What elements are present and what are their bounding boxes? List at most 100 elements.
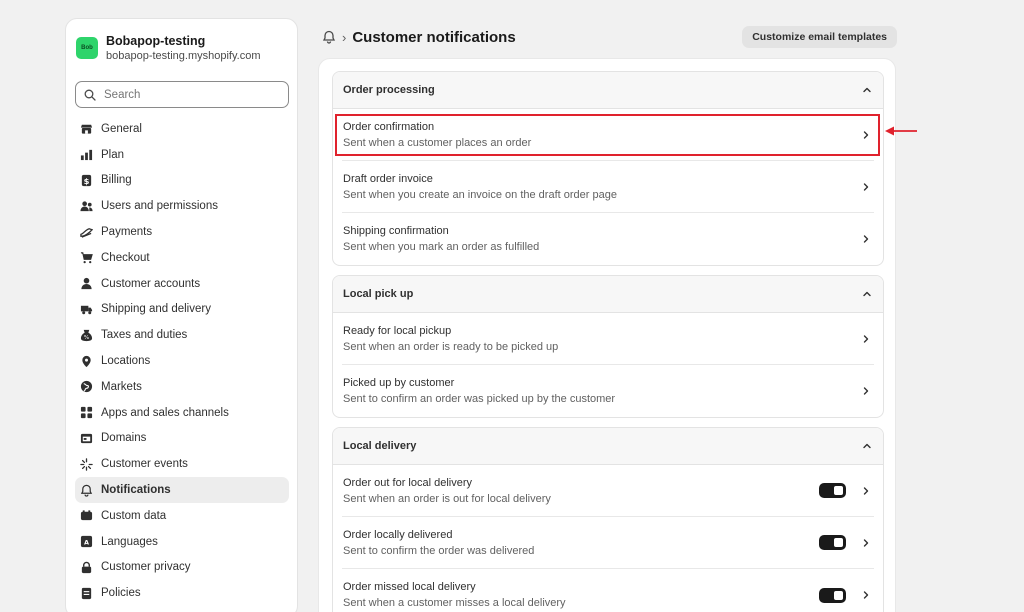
chevron-right-icon[interactable] bbox=[860, 385, 872, 397]
section-local-delivery: Local delivery Order out for local deliv… bbox=[332, 427, 884, 612]
truck-icon bbox=[79, 302, 93, 316]
section-title: Local pick up bbox=[343, 288, 414, 300]
sidebar-item-plan[interactable]: Plan bbox=[75, 142, 289, 168]
lock-icon bbox=[79, 560, 93, 574]
chevron-right-icon[interactable] bbox=[860, 129, 872, 141]
sidebar-item-label: Custom data bbox=[101, 509, 167, 522]
page-title: Customer notifications bbox=[352, 28, 516, 46]
store-switcher[interactable]: Bob Bobapop-testing bobapop-testing.mysh… bbox=[66, 19, 297, 63]
section-header[interactable]: Local pick up bbox=[333, 276, 883, 313]
search-box[interactable] bbox=[75, 81, 289, 108]
row-text: Ready for local pickup Sent when an orde… bbox=[343, 323, 558, 355]
notification-row-picked-up-by-customer[interactable]: Picked up by customer Sent to confirm an… bbox=[342, 365, 874, 417]
sidebar-item-users[interactable]: Users and permissions bbox=[75, 193, 289, 219]
search-icon bbox=[84, 89, 96, 101]
store-icon bbox=[79, 122, 93, 136]
svg-text:A: A bbox=[83, 538, 88, 546]
chevron-up-icon[interactable] bbox=[861, 440, 873, 452]
chevron-right-icon[interactable] bbox=[860, 233, 872, 245]
row-subtitle: Sent to confirm the order was delivered bbox=[343, 544, 535, 557]
notification-toggle[interactable] bbox=[819, 483, 846, 498]
sidebar-item-domains[interactable]: Domains bbox=[75, 426, 289, 452]
sidebar-item-locations[interactable]: Locations bbox=[75, 348, 289, 374]
chevron-right-icon[interactable] bbox=[860, 333, 872, 345]
apps-icon bbox=[79, 406, 93, 420]
sidebar-item-custom-data[interactable]: Custom data bbox=[75, 503, 289, 529]
tax-icon: % bbox=[79, 328, 93, 342]
sidebar-item-notifications[interactable]: Notifications bbox=[75, 477, 289, 503]
section-order-processing: Order processing Order confirmation Sent… bbox=[332, 71, 884, 266]
sparkle-icon bbox=[79, 457, 93, 471]
notification-toggle[interactable] bbox=[819, 587, 846, 603]
section-title: Local delivery bbox=[343, 440, 417, 452]
sidebar-item-payments[interactable]: Payments bbox=[75, 219, 289, 245]
notifications-card: Order processing Order confirmation Sent… bbox=[318, 58, 896, 612]
sidebar-item-policies[interactable]: Policies bbox=[75, 580, 289, 606]
sidebar-item-billing[interactable]: $ Billing bbox=[75, 168, 289, 194]
sidebar-item-label: Checkout bbox=[101, 251, 150, 264]
pin-icon bbox=[79, 354, 93, 368]
notification-row-ready-for-local-pickup[interactable]: Ready for local pickup Sent when an orde… bbox=[342, 313, 874, 365]
row-text: Picked up by customer Sent to confirm an… bbox=[343, 375, 615, 407]
sidebar-item-languages[interactable]: A Languages bbox=[75, 529, 289, 555]
sidebar-item-apps[interactable]: Apps and sales channels bbox=[75, 400, 289, 426]
sidebar-item-general[interactable]: General bbox=[75, 116, 289, 142]
sidebar-item-markets[interactable]: Markets bbox=[75, 374, 289, 400]
sidebar-item-customer-events[interactable]: Customer events bbox=[75, 451, 289, 477]
row-text: Order confirmation Sent when a customer … bbox=[343, 119, 531, 151]
notification-row-order-missed-local-delivery[interactable]: Order missed local delivery Sent when a … bbox=[342, 569, 874, 612]
domain-icon bbox=[79, 431, 93, 445]
notification-row-draft-order-invoice[interactable]: Draft order invoice Sent when you create… bbox=[342, 161, 874, 213]
page-header: › Customer notifications Customize email… bbox=[322, 26, 897, 48]
row-text: Order missed local delivery Sent when a … bbox=[343, 579, 566, 611]
users-icon bbox=[79, 199, 93, 213]
store-name: Bobapop-testing bbox=[106, 33, 206, 48]
breadcrumb-separator: › bbox=[342, 29, 347, 45]
chevron-up-icon[interactable] bbox=[861, 288, 873, 300]
sidebar-item-label: Shipping and delivery bbox=[101, 303, 211, 316]
notification-row-order-out-for-local-delivery[interactable]: Order out for local delivery Sent when a… bbox=[342, 465, 874, 517]
row-text: Order locally delivered Sent to confirm … bbox=[343, 527, 534, 559]
chevron-up-icon[interactable] bbox=[861, 84, 873, 96]
section-header[interactable]: Order processing bbox=[333, 72, 883, 109]
store-info: Bobapop-testing bobapop-testing.myshopif… bbox=[106, 34, 261, 63]
row-title: Order out for local delivery bbox=[343, 476, 472, 489]
sidebar-item-label: General bbox=[101, 122, 142, 135]
svg-text:$: $ bbox=[83, 176, 89, 186]
chevron-right-icon[interactable] bbox=[860, 589, 872, 601]
sidebar-item-taxes[interactable]: % Taxes and duties bbox=[75, 322, 289, 348]
chevron-right-icon[interactable] bbox=[860, 537, 872, 549]
notification-row-order-confirmation[interactable]: Order confirmation Sent when a customer … bbox=[342, 109, 874, 161]
sidebar-item-customer-privacy[interactable]: Customer privacy bbox=[75, 555, 289, 581]
cart-icon bbox=[79, 251, 93, 265]
sidebar-item-label: Domains bbox=[101, 432, 147, 445]
sidebar-item-checkout[interactable]: Checkout bbox=[75, 245, 289, 271]
notification-toggle[interactable] bbox=[819, 535, 846, 550]
sidebar-item-customer-accounts[interactable]: Customer accounts bbox=[75, 271, 289, 297]
bell-icon[interactable] bbox=[322, 30, 336, 44]
sidebar-item-shipping[interactable]: Shipping and delivery bbox=[75, 297, 289, 323]
row-subtitle: Sent when a customer misses a local deli… bbox=[343, 597, 566, 609]
policy-icon bbox=[79, 586, 93, 600]
sidebar-nav: General Plan $ Billing Users and permiss… bbox=[75, 116, 289, 606]
sidebar-item-label: Customer privacy bbox=[101, 561, 191, 574]
notification-row-order-locally-delivered[interactable]: Order locally delivered Sent to confirm … bbox=[342, 517, 874, 569]
search-input[interactable] bbox=[104, 88, 274, 101]
bell-icon bbox=[79, 483, 93, 497]
notification-row-shipping-confirmation[interactable]: Shipping confirmation Sent when you mark… bbox=[342, 213, 874, 265]
globe-icon bbox=[79, 380, 93, 394]
arrow-left-icon bbox=[885, 126, 917, 136]
chevron-right-icon[interactable] bbox=[860, 181, 872, 193]
sidebar-item-label: Languages bbox=[101, 535, 158, 548]
sidebar-item-label: Taxes and duties bbox=[101, 329, 188, 342]
row-title: Ready for local pickup bbox=[343, 324, 452, 337]
chevron-right-icon[interactable] bbox=[860, 485, 872, 497]
sidebar-item-label: Customer accounts bbox=[101, 277, 201, 290]
section-local-pick-up: Local pick up Ready for local pickup Sen… bbox=[332, 275, 884, 418]
row-text: Order out for local delivery Sent when a… bbox=[343, 475, 551, 507]
row-subtitle: Sent to confirm an order was picked up b… bbox=[343, 393, 616, 405]
customize-email-templates-button[interactable]: Customize email templates bbox=[742, 26, 897, 48]
svg-text:%: % bbox=[83, 335, 88, 341]
row-title: Order missed local delivery bbox=[343, 581, 476, 593]
section-header[interactable]: Local delivery bbox=[333, 428, 883, 465]
